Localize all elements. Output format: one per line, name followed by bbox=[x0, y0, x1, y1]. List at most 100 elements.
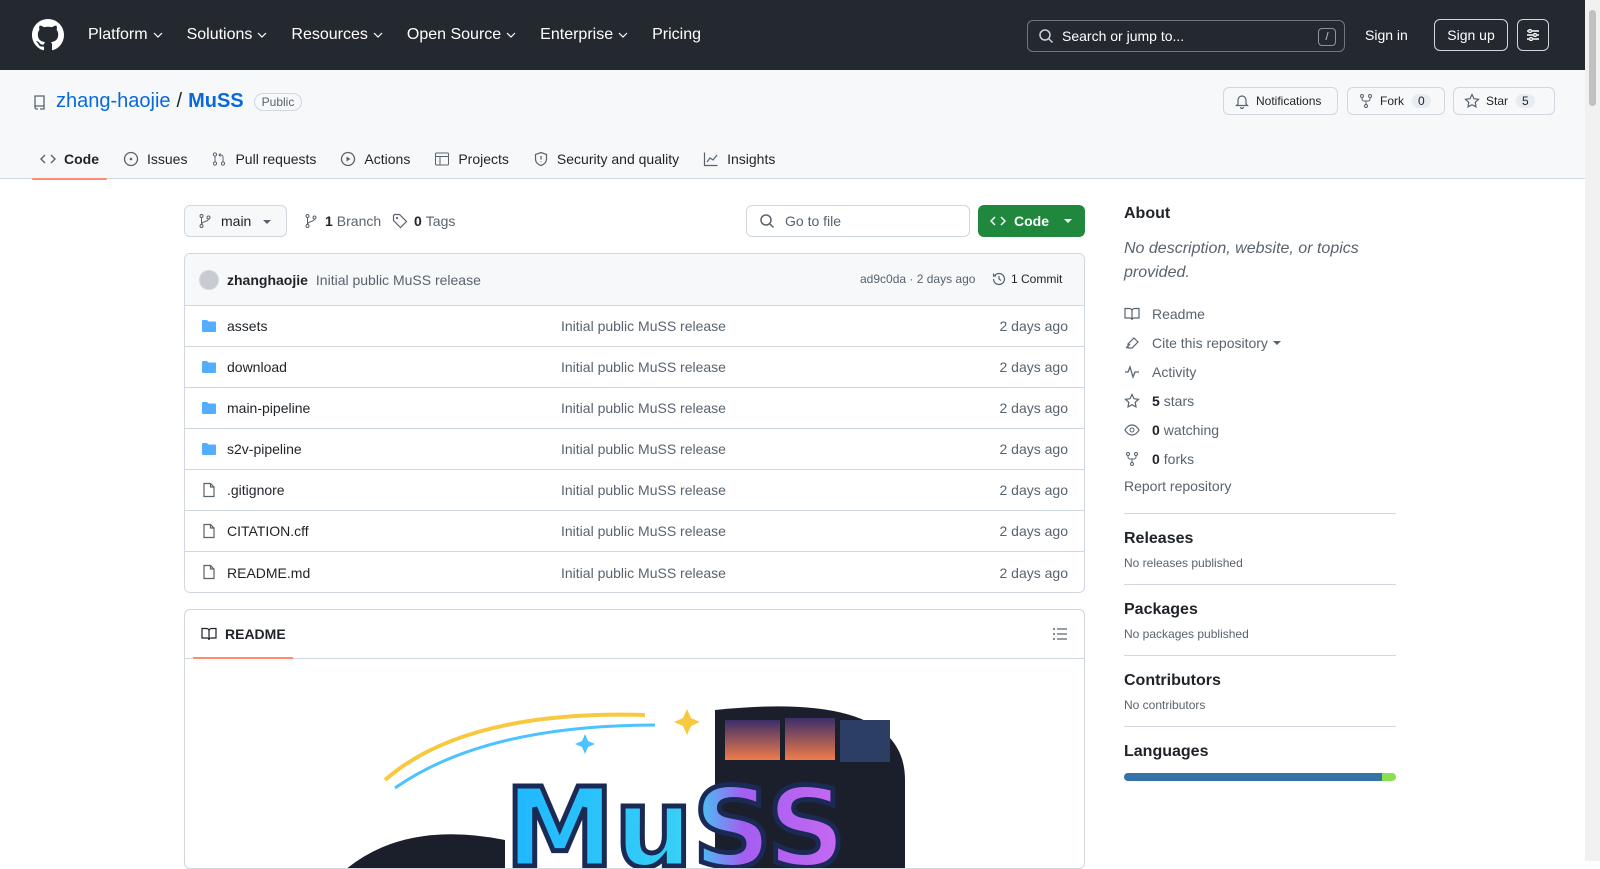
watchers-link[interactable]: 0 watching bbox=[1124, 415, 1396, 444]
repo-icon bbox=[34, 94, 45, 110]
issue-icon bbox=[123, 151, 139, 166]
nav-solutions[interactable]: Solutions bbox=[187, 24, 268, 46]
packages-heading[interactable]: Packages bbox=[1124, 601, 1396, 619]
avatar[interactable] bbox=[199, 269, 219, 290]
tab-projects-label: Projects bbox=[458, 150, 509, 167]
play-icon bbox=[341, 151, 356, 166]
book-icon bbox=[1124, 307, 1140, 320]
readme-tab[interactable]: README bbox=[201, 626, 286, 642]
nav-resources-label: Resources bbox=[291, 26, 368, 43]
readme-tab-underline bbox=[193, 657, 293, 659]
commit-sha-time[interactable]: ad9c0da · 2 days ago bbox=[860, 272, 975, 286]
tab-insights[interactable]: Insights bbox=[695, 138, 783, 179]
file-row-s2v-pipeline[interactable]: s2v-pipeline Initial public MuSS release… bbox=[185, 429, 1084, 470]
file-row-gitignore[interactable]: .gitignore Initial public MuSS release 2… bbox=[185, 470, 1084, 511]
tab-security[interactable]: Security and quality bbox=[525, 138, 687, 179]
file-commit-message[interactable]: Initial public MuSS release bbox=[561, 441, 726, 457]
file-row-assets[interactable]: assets Initial public MuSS release 2 day… bbox=[185, 306, 1084, 347]
table-icon bbox=[435, 152, 450, 165]
go-to-file-placeholder: Go to file bbox=[785, 213, 842, 229]
file-commit-message[interactable]: Initial public MuSS release bbox=[561, 565, 726, 581]
scrollbar-thumb[interactable] bbox=[1589, 10, 1596, 106]
file-icon bbox=[203, 564, 215, 580]
tab-pull-requests[interactable]: Pull requests bbox=[203, 138, 324, 179]
file-commit-message[interactable]: Initial public MuSS release bbox=[561, 318, 726, 334]
about-sidebar: About No description, website, or topics… bbox=[1124, 200, 1396, 781]
scrollbar-track[interactable] bbox=[1585, 0, 1600, 861]
tab-actions[interactable]: Actions bbox=[332, 138, 418, 179]
branches-link[interactable]: 1 Branch bbox=[303, 213, 381, 229]
readme-link[interactable]: Readme bbox=[1124, 299, 1396, 328]
file-commit-message[interactable]: Initial public MuSS release bbox=[561, 523, 726, 539]
star-icon bbox=[1124, 392, 1140, 408]
github-logo-icon[interactable] bbox=[32, 19, 64, 51]
file-name[interactable]: main-pipeline bbox=[227, 400, 310, 416]
repo-header: zhang-haojie / MuSS Public Notifications… bbox=[0, 70, 1585, 180]
file-commit-message[interactable]: Initial public MuSS release bbox=[561, 359, 726, 375]
tags-link[interactable]: 0 Tags bbox=[392, 213, 455, 229]
commit-history-link[interactable]: 1 Commit bbox=[991, 271, 1062, 287]
file-commit-message[interactable]: Initial public MuSS release bbox=[561, 482, 726, 498]
nav-enterprise[interactable]: Enterprise bbox=[540, 24, 628, 46]
muss-logo-image: MuSS bbox=[347, 706, 905, 868]
notifications-button[interactable]: Notifications bbox=[1223, 87, 1338, 115]
cite-repository-link[interactable]: Cite this repository bbox=[1124, 328, 1396, 357]
file-time: 2 days ago bbox=[999, 400, 1069, 416]
star-icon bbox=[1464, 93, 1480, 109]
branch-label: Branch bbox=[336, 213, 382, 229]
tab-insights-label: Insights bbox=[727, 150, 776, 167]
file-time: 2 days ago bbox=[999, 359, 1069, 375]
file-name[interactable]: CITATION.cff bbox=[227, 523, 309, 539]
report-repository-link[interactable]: Report repository bbox=[1124, 473, 1396, 499]
releases-heading[interactable]: Releases bbox=[1124, 530, 1396, 548]
file-row-readme[interactable]: README.md Initial public MuSS release 2 … bbox=[185, 552, 1084, 592]
commit-author[interactable]: zhanghaojie bbox=[227, 272, 308, 288]
file-row-download[interactable]: download Initial public MuSS release 2 d… bbox=[185, 347, 1084, 388]
file-name[interactable]: s2v-pipeline bbox=[227, 441, 302, 457]
nav-resources[interactable]: Resources bbox=[291, 24, 383, 46]
stars-link[interactable]: 5 stars bbox=[1124, 386, 1396, 415]
file-row-citation[interactable]: CITATION.cff Initial public MuSS release… bbox=[185, 511, 1084, 552]
graph-icon bbox=[703, 152, 718, 166]
nav-open-source[interactable]: Open Source bbox=[407, 24, 516, 46]
search-input[interactable]: Search or jump to... / bbox=[1027, 20, 1345, 52]
tab-projects[interactable]: Projects bbox=[426, 138, 517, 179]
contributors-heading[interactable]: Contributors bbox=[1124, 672, 1396, 690]
folder-icon bbox=[202, 443, 216, 455]
file-commit-message[interactable]: Initial public MuSS release bbox=[561, 400, 726, 416]
branch-name: main bbox=[221, 213, 252, 229]
caret-down-icon bbox=[1272, 340, 1281, 345]
sign-in-link[interactable]: Sign in bbox=[1365, 27, 1408, 43]
divider bbox=[1124, 513, 1396, 514]
nav-pricing[interactable]: Pricing bbox=[652, 24, 701, 46]
tab-code[interactable]: Code bbox=[32, 138, 107, 180]
nav-platform[interactable]: Platform bbox=[88, 24, 163, 46]
caret-down-icon bbox=[263, 220, 271, 224]
divider bbox=[1124, 726, 1396, 727]
fork-button[interactable]: Fork 0 bbox=[1347, 87, 1445, 115]
go-to-file-input[interactable]: Go to file bbox=[746, 205, 970, 237]
search-icon bbox=[760, 214, 775, 229]
repo-owner-link[interactable]: zhang-haojie bbox=[56, 90, 171, 113]
star-button[interactable]: Star 5 bbox=[1453, 87, 1555, 115]
global-header: Platform Solutions Resources Open Source… bbox=[0, 0, 1600, 70]
readme-link-label: Readme bbox=[1152, 305, 1205, 322]
tab-issues[interactable]: Issues bbox=[115, 138, 195, 179]
nav-pricing-label: Pricing bbox=[652, 26, 701, 43]
list-icon[interactable] bbox=[1052, 626, 1068, 642]
activity-link[interactable]: Activity bbox=[1124, 357, 1396, 386]
file-name[interactable]: assets bbox=[227, 318, 267, 334]
file-name[interactable]: README.md bbox=[227, 565, 310, 581]
repo-name-link[interactable]: MuSS bbox=[188, 90, 244, 113]
forks-link[interactable]: 0 forks bbox=[1124, 444, 1396, 473]
file-name[interactable]: .gitignore bbox=[227, 482, 285, 498]
tab-actions-label: Actions bbox=[364, 150, 411, 167]
sign-up-button[interactable]: Sign up bbox=[1434, 19, 1508, 51]
branch-selector[interactable]: main bbox=[184, 205, 287, 237]
file-name[interactable]: download bbox=[227, 359, 287, 375]
code-button[interactable]: Code bbox=[978, 205, 1085, 237]
menu-button[interactable] bbox=[1517, 19, 1549, 51]
chevron-down-icon bbox=[373, 32, 383, 38]
file-row-main-pipeline[interactable]: main-pipeline Initial public MuSS releas… bbox=[185, 388, 1084, 429]
commit-message[interactable]: Initial public MuSS release bbox=[316, 272, 481, 288]
